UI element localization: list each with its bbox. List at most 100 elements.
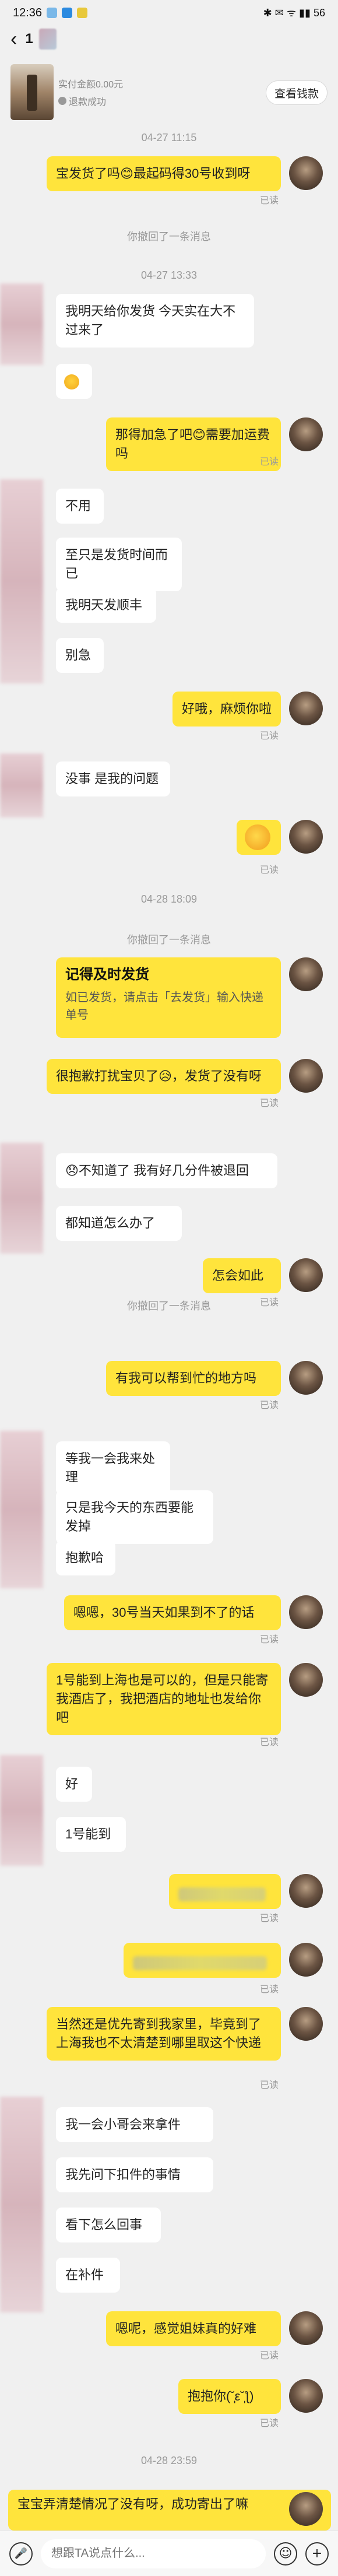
- incoming-message[interactable]: 我先问下扣件的事情: [56, 2157, 213, 2192]
- my-avatar[interactable]: [289, 156, 323, 190]
- read-receipt: 已读: [260, 1914, 279, 1924]
- back-arrow-icon[interactable]: ‹: [10, 29, 17, 49]
- incoming-message[interactable]: 没事 是我的问题: [56, 761, 170, 796]
- timestamp: 04-27 13:33: [140, 269, 198, 281]
- shipping-reminder-card[interactable]: 记得及时发货 如已发货，请点击「去发货」输入快递单号: [56, 957, 281, 1038]
- read-receipt: 已读: [260, 731, 279, 741]
- order-status: 退款成功: [69, 97, 107, 107]
- incoming-message[interactable]: 只是我今天的东西要能发掉: [56, 1490, 213, 1544]
- incoming-message[interactable]: 😞不知道了 我有好几分件被退回: [56, 1153, 277, 1188]
- incoming-message[interactable]: 我一会小哥会来拿件: [56, 2107, 213, 2142]
- redacted-avatar: [0, 1431, 43, 1588]
- redacted-text: [133, 1956, 267, 1971]
- order-card[interactable]: 实付金额0.00元 退款成功 查看钱款: [10, 61, 328, 124]
- read-receipt: 已读: [260, 457, 279, 467]
- status-time: 12:36: [13, 6, 43, 19]
- outgoing-message[interactable]: 嗯嗯，30号当天如果到不了的话: [64, 1595, 281, 1630]
- my-avatar[interactable]: [289, 417, 323, 451]
- read-receipt: 已读: [260, 1738, 279, 1747]
- outgoing-message[interactable]: 抱抱你(˘̩̩̩ε˘̩ƪ): [178, 2379, 281, 2414]
- outgoing-message[interactable]: 那得加急了吧😊需要加运费吗: [106, 417, 281, 471]
- app-icon: [62, 8, 73, 18]
- input-bar: 🎤 ☺ +: [0, 2531, 338, 2576]
- read-receipt: 已读: [260, 196, 279, 206]
- incoming-message[interactable]: 抱歉哈: [56, 1540, 115, 1575]
- incoming-message[interactable]: 都知道怎么办了: [56, 1206, 182, 1241]
- recall-notice: 你撤回了一条消息: [127, 1300, 211, 1312]
- outgoing-message[interactable]: 嗯呢，感觉姐妹真的好难: [106, 2311, 281, 2346]
- my-avatar[interactable]: [289, 2379, 323, 2413]
- message-input[interactable]: [41, 2539, 266, 2568]
- redacted-avatar: [0, 1755, 43, 1866]
- outgoing-message[interactable]: 怎会如此: [203, 1258, 281, 1293]
- incoming-message[interactable]: 我明天发顺丰: [56, 588, 156, 623]
- redacted-avatar: [0, 479, 43, 683]
- emoji-icon[interactable]: ☺: [274, 2542, 297, 2566]
- sad-face-icon: [64, 374, 79, 390]
- outgoing-sticker[interactable]: [237, 820, 281, 855]
- my-avatar[interactable]: [289, 1874, 323, 1908]
- incoming-message[interactable]: 至只是发货时间而已: [56, 538, 182, 591]
- read-receipt: 已读: [260, 1401, 279, 1410]
- my-avatar[interactable]: [289, 1595, 323, 1629]
- redacted-text: [178, 1887, 266, 1902]
- read-receipt: 已读: [260, 2419, 279, 2428]
- my-avatar[interactable]: [289, 1943, 323, 1977]
- redacted-avatar: [0, 283, 43, 365]
- outgoing-message[interactable]: 1号能到上海也是可以的，但是只能寄我酒店了，我把酒店的地址也发给你吧: [47, 1663, 281, 1735]
- my-avatar[interactable]: [289, 692, 323, 725]
- my-avatar[interactable]: [289, 1361, 323, 1395]
- my-avatar[interactable]: [289, 2311, 323, 2345]
- incoming-message[interactable]: 1号能到: [56, 1817, 126, 1852]
- card-subtitle: 如已发货，请点击「去发货」输入快递单号: [65, 991, 263, 1022]
- notification-icon: [47, 8, 58, 18]
- app-icon: [77, 8, 88, 18]
- incoming-message[interactable]: 别急: [56, 638, 104, 673]
- status-indicators: ✱ ✉ ᯤ ▮▮ 56: [263, 7, 325, 19]
- incoming-message[interactable]: 好: [56, 1767, 92, 1802]
- chat-header: ‹ 1: [0, 26, 338, 52]
- outgoing-message[interactable]: 当然还是优先寄到我家里，毕竟到了上海我也不太清楚到哪里取这个快递: [47, 2007, 281, 2061]
- my-avatar[interactable]: [289, 1663, 323, 1697]
- read-receipt: 已读: [260, 1099, 279, 1108]
- status-icon: [58, 97, 66, 105]
- wink-face-icon: [245, 824, 270, 850]
- recall-notice: 你撤回了一条消息: [127, 934, 211, 946]
- incoming-message[interactable]: 等我一会我来处理: [56, 1441, 170, 1495]
- incoming-sticker[interactable]: [56, 364, 92, 399]
- voice-icon[interactable]: 🎤: [9, 2542, 33, 2566]
- outgoing-message-redacted[interactable]: [169, 1874, 281, 1909]
- outgoing-message[interactable]: 很抱歉打扰宝贝了😥，发货了没有呀: [47, 1059, 281, 1094]
- read-receipt: 已读: [260, 2080, 279, 2090]
- incoming-message[interactable]: 我明天给你发货 今天实在大不过来了: [56, 294, 254, 348]
- status-bar: 12:36 ✱ ✉ ᯤ ▮▮ 56: [0, 0, 338, 26]
- outgoing-message[interactable]: 宝发货了吗😊最起码得30号收到呀: [47, 156, 281, 191]
- card-title: 记得及时发货: [65, 967, 149, 982]
- redacted-name: [38, 29, 57, 50]
- product-thumbnail: [10, 64, 54, 120]
- timestamp: 04-27 11:15: [141, 132, 197, 143]
- read-receipt: 已读: [260, 1635, 279, 1645]
- incoming-message[interactable]: 看下怎么回事: [56, 2208, 161, 2242]
- redacted-avatar: [0, 1143, 43, 1254]
- my-avatar[interactable]: [289, 2492, 323, 2526]
- timestamp: 04-28 18:09: [140, 893, 198, 905]
- my-avatar[interactable]: [289, 820, 323, 854]
- incoming-message[interactable]: 不用: [56, 489, 104, 524]
- outgoing-message-redacted[interactable]: [124, 1943, 281, 1978]
- my-avatar[interactable]: [289, 957, 323, 991]
- my-avatar[interactable]: [289, 1059, 323, 1093]
- recall-notice: 你撤回了一条消息: [127, 231, 211, 243]
- outgoing-message[interactable]: 有我可以帮到忙的地方吗: [106, 1361, 281, 1396]
- incoming-message[interactable]: 在补件: [56, 2258, 120, 2293]
- chat-title: 1: [25, 31, 33, 47]
- my-avatar[interactable]: [289, 1258, 323, 1292]
- pending-message[interactable]: 宝宝弄清楚情况了没有呀，成功寄出了嘛: [8, 2490, 331, 2531]
- read-receipt: 已读: [260, 1985, 279, 1995]
- view-money-button[interactable]: 查看钱款: [265, 80, 328, 105]
- my-avatar[interactable]: [289, 2007, 323, 2041]
- outgoing-message[interactable]: 好哦，麻烦你啦: [172, 692, 281, 727]
- redacted-avatar: [0, 753, 43, 817]
- redacted-avatar: [0, 2097, 43, 2312]
- plus-icon[interactable]: +: [305, 2542, 329, 2566]
